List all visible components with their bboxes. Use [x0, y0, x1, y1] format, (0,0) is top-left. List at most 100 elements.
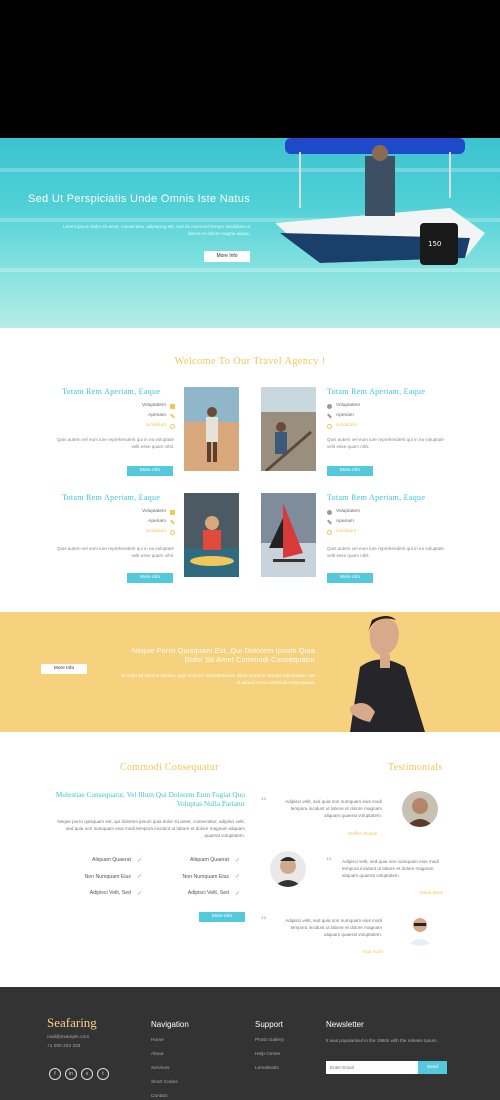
check-icon: ✓ [234, 890, 240, 897]
footer-support-title: Support [255, 1020, 284, 1029]
folder-icon [170, 509, 175, 515]
man-photo [350, 616, 425, 732]
beach-photo [184, 387, 239, 471]
card-meta: Voluptatem Aperiam incididunt [327, 507, 387, 537]
footer-nav-link[interactable]: Services [151, 1062, 178, 1076]
meta-item: incididunt [336, 423, 357, 428]
card-meta: Voluptatem Aperiam incididunt [327, 401, 387, 431]
footer-nav-link[interactable]: About [151, 1048, 178, 1062]
check-icon: ✓ [234, 874, 240, 881]
facebook-icon[interactable]: f [49, 1068, 61, 1080]
top-black-band [0, 0, 500, 138]
check-icon: ✓ [234, 857, 240, 864]
testimonial-text: Adipisci velit, sed quia non numquam eiu… [285, 799, 382, 818]
meta-item: Aperiam [148, 413, 166, 418]
commodi-text: Neque porro quisquam est, qui dolorem ip… [57, 819, 245, 838]
kayak-photo [184, 493, 239, 577]
list-item: Aliquam Quaerat ✓ [190, 857, 240, 864]
meta-item: Voluptatem [141, 509, 166, 514]
feature-list-left: Aliquam Quaerat ✓ Non Numquam Eius ✓ Adipi… [52, 852, 142, 902]
card-more-info-button[interactable]: More Info [327, 573, 373, 583]
svg-text:150: 150 [428, 240, 441, 248]
band-title: Neque Porro Quisquam Est, Qui Dolorem Ip… [131, 646, 315, 664]
footer-nav-link[interactable]: Contact [151, 1090, 178, 1100]
footer-nav-link[interactable]: Home [151, 1034, 178, 1048]
quote-icon: “ [261, 793, 267, 808]
footer-nav-link[interactable]: Short Codes [151, 1076, 178, 1090]
hero-title: Sed Ut Perspiciatis Unde Omnis Iste Natu… [28, 193, 250, 205]
commodi-title: Commodi Consequatur [120, 762, 219, 773]
testimonial-name: Anja Koch [362, 949, 383, 954]
list-item: Adipisci Velit, Sed ✓ [187, 890, 240, 897]
cloud-icon [327, 509, 332, 515]
meta-item: Voluptatem [336, 403, 361, 408]
meta-item: Voluptatem [141, 403, 166, 408]
linkedin-icon[interactable]: in [65, 1068, 77, 1080]
cloud-icon [327, 403, 332, 409]
footer-support-link[interactable]: Help Center [255, 1048, 284, 1062]
clock-icon [327, 529, 332, 535]
card-text: Quis autem vel eum iure reprehenderit qu… [327, 437, 444, 449]
footer-email[interactable]: mail@example.com [47, 1033, 89, 1042]
welcome-title: Welcome To Our Travel Agency ! [174, 356, 326, 367]
card-more-info-button[interactable]: More Info [127, 573, 173, 583]
footer-contact: mail@example.com +1 000 222 333 [47, 1033, 89, 1051]
meta-item: Voluptatem [336, 509, 361, 514]
footer-brand[interactable]: Seafaring [47, 1015, 97, 1031]
card-title: Totam Rem Aperiam, Eaque [62, 493, 161, 502]
check-icon: ✓ [136, 890, 142, 897]
card-text: Quis autem vel eum iure reprehenderit qu… [57, 546, 174, 558]
hiking-photo [261, 387, 316, 471]
pencil-icon [170, 413, 175, 419]
sailing-photo [261, 493, 316, 577]
testimonials-title: Testimonials [388, 762, 443, 773]
card-more-info-button[interactable]: More Info [327, 466, 373, 476]
card-meta: Voluptatem Aperiam incididunt [120, 507, 175, 537]
pencil-icon [327, 519, 332, 525]
twitter-icon[interactable]: t [97, 1068, 109, 1080]
pencil-icon [170, 519, 175, 525]
check-icon: ✓ [136, 857, 142, 864]
card-text: Quis autem vel eum iure reprehenderit qu… [327, 546, 444, 558]
footer-nav: Home About Services Short Codes Contact [151, 1034, 178, 1100]
card-more-info-button[interactable]: More Info [127, 466, 173, 476]
meta-item: Aperiam [336, 519, 354, 524]
footer-newsletter-title: Newsletter [326, 1020, 364, 1029]
commodi-more-info-button[interactable]: More Info [199, 912, 245, 922]
clock-icon [327, 423, 332, 429]
footer-support: Photo Gallery Help Center Lemolisoils [255, 1034, 284, 1076]
footer-support-link[interactable]: Photo Gallery [255, 1034, 284, 1048]
quote-icon: “ [261, 912, 267, 927]
hero-text: Lorem ipsum dolor sit amet, consectetur … [63, 224, 250, 236]
boat-image: 150 [275, 138, 485, 265]
hero-more-info-button[interactable]: More Info [204, 251, 250, 262]
testimonial-text: Adipisci velit, sed quia non numquam eiu… [285, 918, 382, 937]
avatar [402, 791, 438, 827]
clock-icon [170, 529, 175, 535]
list-item: Non Numquam Eius ✓ [84, 873, 142, 881]
meta-item: incididunt [145, 423, 166, 428]
card-text: Quis autem vel eum iure reprehenderit qu… [57, 437, 174, 449]
social-links: f in v t [49, 1068, 109, 1080]
vimeo-icon[interactable]: v [81, 1068, 93, 1080]
card-meta: Voluptatem Aperiam incididunt [120, 401, 175, 431]
footer-phone: +1 000 222 333 [47, 1044, 81, 1049]
check-icon: ✓ [136, 874, 142, 881]
card-title: Totam Rem Aperiam, Eaque [62, 387, 161, 396]
footer-nav-title: Navigation [151, 1020, 189, 1029]
footer-support-link[interactable]: Lemolisoils [255, 1062, 284, 1076]
clock-icon [170, 423, 175, 429]
meta-item: incididunt [336, 529, 357, 534]
list-item: Non Numquam Eius ✓ [182, 873, 240, 881]
avatar [270, 851, 306, 887]
list-item: Adipisci Velit, Sed ✓ [89, 890, 142, 897]
newsletter-text: It was popularised in the 1960s with the… [326, 1038, 438, 1043]
newsletter-send-button[interactable]: Send [418, 1061, 447, 1074]
testimonial-text: Adipisci velit, sed quia non numquam eiu… [342, 859, 439, 878]
band-more-info-button[interactable]: More Info [41, 664, 87, 674]
testimonial-name: Steffen Rohde [348, 831, 378, 836]
pencil-icon [327, 413, 332, 419]
newsletter-email-input[interactable] [326, 1061, 418, 1074]
card-title: Totam Rem Aperiam, Eaque [327, 493, 426, 502]
card-title: Totam Rem Aperiam, Eaque [327, 387, 426, 396]
